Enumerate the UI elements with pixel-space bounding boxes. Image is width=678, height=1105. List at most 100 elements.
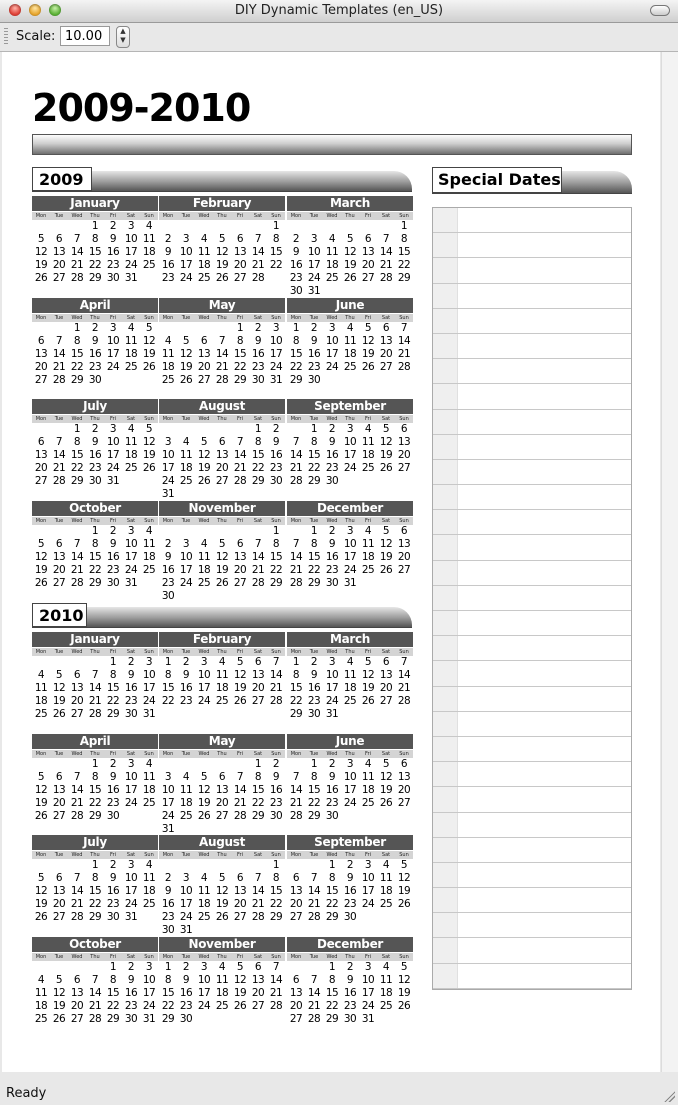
empty-day-cell bbox=[177, 220, 195, 233]
day-cell: 17 bbox=[343, 551, 357, 563]
day-cell: 5 bbox=[236, 656, 244, 668]
day-cell: 17 bbox=[161, 797, 175, 809]
day-cell: 21 bbox=[269, 682, 283, 694]
special-date-row[interactable] bbox=[433, 283, 631, 309]
special-date-row[interactable] bbox=[433, 611, 631, 637]
weekday-header: Mon Tue Wed Thu Fri Sat Sun bbox=[287, 750, 413, 758]
special-date-row[interactable] bbox=[433, 787, 631, 813]
weekday-label: Wed bbox=[326, 315, 338, 321]
weekday-label: Mon bbox=[162, 649, 174, 655]
weekday-label: Fri bbox=[237, 213, 243, 219]
window-titlebar: DIY Dynamic Templates (en_US) bbox=[0, 0, 678, 23]
special-date-row[interactable] bbox=[433, 308, 631, 334]
day-cell: 18 bbox=[197, 898, 211, 910]
special-date-row[interactable] bbox=[433, 585, 631, 611]
day-cell: 5 bbox=[200, 436, 208, 448]
special-date-row[interactable] bbox=[433, 208, 631, 234]
toolbar-toggle-button[interactable] bbox=[650, 5, 670, 16]
day-cell: 29 bbox=[269, 911, 283, 923]
day-cell: 22 bbox=[88, 797, 102, 809]
weekday-header: Mon Tue Wed Thu Fri Sat Sun bbox=[32, 314, 158, 322]
special-date-row[interactable] bbox=[433, 686, 631, 712]
special-date-row[interactable] bbox=[433, 636, 631, 662]
special-date-row[interactable] bbox=[433, 837, 631, 863]
special-date-row[interactable] bbox=[433, 459, 631, 486]
day-cell: 11 bbox=[379, 974, 393, 986]
scale-stepper[interactable]: ▲ ▼ bbox=[116, 26, 130, 48]
special-date-row[interactable] bbox=[433, 485, 631, 511]
day-cell: 10 bbox=[269, 335, 283, 347]
day-cell: 27 bbox=[233, 272, 247, 284]
special-date-row[interactable] bbox=[433, 913, 631, 939]
special-date-row[interactable] bbox=[433, 409, 631, 435]
day-cell: 25 bbox=[161, 374, 175, 386]
day-cell: 24 bbox=[361, 898, 375, 910]
weekday-label: Fri bbox=[365, 315, 371, 321]
special-date-row[interactable] bbox=[433, 510, 631, 536]
day-cell: 8 bbox=[272, 538, 280, 550]
special-date-row[interactable] bbox=[433, 384, 631, 410]
day-cell: 1 bbox=[310, 525, 318, 537]
special-date-row[interactable] bbox=[433, 736, 631, 763]
weekday-label: Mon bbox=[162, 751, 174, 757]
special-date-row[interactable] bbox=[433, 333, 631, 360]
special-date-row[interactable] bbox=[433, 888, 631, 914]
empty-day-cell bbox=[50, 961, 68, 974]
year-label: 2009 bbox=[32, 167, 92, 191]
day-cell: 6 bbox=[218, 771, 226, 783]
day-cell: 20 bbox=[233, 564, 247, 576]
weekday-label: Thu bbox=[90, 852, 100, 858]
special-date-row[interactable] bbox=[433, 762, 631, 788]
weekday-label: Sat bbox=[253, 518, 263, 524]
day-cell: 22 bbox=[70, 462, 84, 474]
day-cell: 14 bbox=[88, 987, 102, 999]
empty-day-cell bbox=[32, 859, 50, 872]
day-cell: 28 bbox=[289, 810, 303, 822]
weekday-label: Tue bbox=[54, 649, 64, 655]
special-date-row[interactable] bbox=[433, 434, 631, 460]
special-date-row[interactable] bbox=[433, 661, 631, 687]
weekday-label: Sat bbox=[126, 416, 136, 422]
day-cell: 26 bbox=[34, 911, 48, 923]
special-date-row[interactable] bbox=[433, 862, 631, 889]
day-cell: 18 bbox=[379, 885, 393, 897]
day-cell: 12 bbox=[361, 669, 375, 681]
day-cell: 16 bbox=[307, 682, 321, 694]
day-cell: 8 bbox=[310, 436, 318, 448]
vertical-scrollbar[interactable] bbox=[661, 52, 678, 1072]
day-cell: 2 bbox=[310, 656, 318, 668]
special-date-row[interactable] bbox=[433, 938, 631, 964]
special-date-row[interactable] bbox=[433, 812, 631, 838]
day-cell: 4 bbox=[346, 322, 354, 334]
day-cell: 30 bbox=[289, 285, 303, 297]
day-cell: 21 bbox=[289, 462, 303, 474]
day-cell: 7 bbox=[91, 669, 99, 681]
scale-input[interactable]: 10.00 bbox=[60, 26, 110, 46]
day-cell: 28 bbox=[233, 810, 247, 822]
day-cell: 17 bbox=[197, 682, 211, 694]
day-cell: 8 bbox=[91, 538, 99, 550]
special-date-row[interactable] bbox=[433, 560, 631, 586]
resize-grip-icon[interactable] bbox=[664, 1091, 675, 1102]
day-cell: 5 bbox=[218, 538, 226, 550]
special-date-row[interactable] bbox=[433, 233, 631, 259]
stepper-down-icon[interactable]: ▼ bbox=[117, 36, 129, 45]
month-october-2010: October Mon Tue Wed Thu Fri Sat Sun 1 2 3 4 5 6 7 8 9 10 1… bbox=[32, 937, 158, 1026]
special-date-row[interactable] bbox=[433, 258, 631, 284]
special-date-row[interactable] bbox=[433, 359, 631, 385]
day-cell: 1 bbox=[272, 859, 280, 871]
stepper-up-icon[interactable]: ▲ bbox=[117, 27, 129, 36]
weekday-label: Wed bbox=[198, 315, 210, 321]
special-date-row[interactable] bbox=[433, 711, 631, 737]
special-date-row[interactable] bbox=[433, 535, 631, 561]
day-cell: 7 bbox=[272, 656, 280, 668]
day-cell: 21 bbox=[307, 1000, 321, 1012]
special-date-row[interactable] bbox=[433, 963, 631, 989]
day-cell: 22 bbox=[251, 797, 265, 809]
day-cell: 17 bbox=[361, 885, 375, 897]
day-cell: 26 bbox=[179, 374, 193, 386]
weekday-label: Sun bbox=[144, 649, 154, 655]
day-cell: 4 bbox=[200, 872, 208, 884]
day-cell: 26 bbox=[397, 898, 411, 910]
month-name: February bbox=[159, 632, 285, 647]
